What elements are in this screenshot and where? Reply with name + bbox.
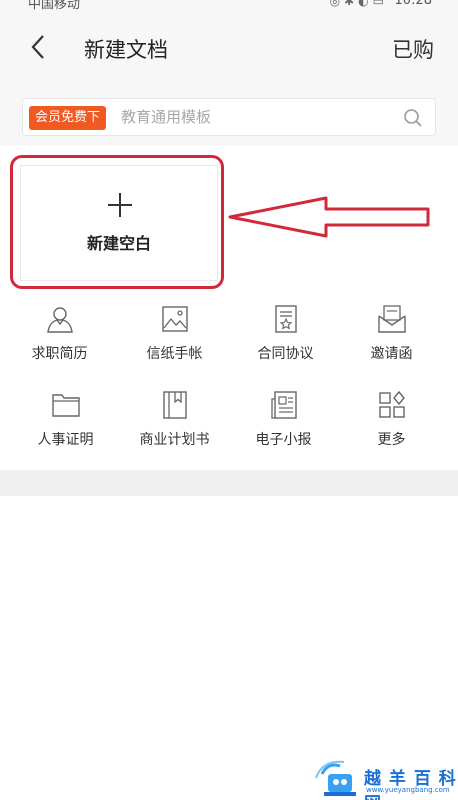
carrier-label: 中国移动 — [28, 0, 81, 10]
site-watermark: 越 羊 百 科 网 www.yueyangbang.com — [308, 756, 458, 800]
page-title: 新建文档 — [84, 38, 168, 62]
purchased-button[interactable]: 已购 — [392, 34, 434, 64]
template-hr-certificate[interactable]: 人事证明 — [8, 386, 123, 456]
vip-free-badge[interactable]: 会员免费下 — [29, 106, 107, 130]
contract-doc-icon — [275, 305, 297, 333]
template-more[interactable]: 更多 — [334, 386, 449, 456]
app-header: 新建文档 已购 — [0, 10, 458, 88]
back-button[interactable] — [24, 32, 54, 62]
template-label: 电子小报 — [255, 432, 312, 448]
search-input[interactable] — [121, 103, 391, 131]
template-contract[interactable]: 合同协议 — [228, 300, 343, 370]
book-icon — [163, 391, 187, 419]
template-e-newsletter[interactable]: 电子小报 — [226, 386, 341, 456]
template-label: 更多 — [377, 432, 406, 448]
new-blank-label: 新建空白 — [86, 234, 151, 253]
template-resume[interactable]: 求职简历 — [2, 300, 117, 370]
template-label: 邀请函 — [370, 346, 413, 362]
resume-person-icon — [47, 307, 73, 333]
search-area: 会员免费下 — [0, 88, 458, 146]
system-icons: ◎✱◐▭ — [329, 0, 388, 8]
section-divider — [0, 470, 458, 496]
clock: 10:28 — [394, 0, 432, 8]
template-label: 求职简历 — [31, 346, 88, 362]
template-grid: 求职简历 信纸手帐 合同协议 邀请函 人事证明 商业计划书 电子小报 更多 — [0, 300, 458, 465]
template-business-plan[interactable]: 商业计划书 — [117, 386, 232, 456]
envelope-icon — [378, 305, 406, 333]
template-invitation[interactable]: 邀请函 — [334, 300, 449, 370]
search-icon[interactable] — [403, 108, 423, 128]
watermark-logo-icon — [315, 760, 356, 796]
new-blank-document-card[interactable]: 新建空白 — [20, 165, 218, 281]
template-letter-paper[interactable]: 信纸手帐 — [117, 300, 232, 370]
template-label: 信纸手帐 — [146, 346, 203, 362]
newspaper-icon — [271, 391, 297, 419]
template-label: 商业计划书 — [139, 432, 210, 448]
annotation-arrow-icon — [228, 196, 430, 238]
folder-icon — [52, 394, 80, 417]
template-label: 人事证明 — [37, 432, 94, 448]
chevron-left-icon — [31, 35, 44, 59]
watermark-url: www.yueyangbang.com — [366, 786, 450, 794]
image-frame-icon — [162, 306, 188, 332]
template-label: 合同协议 — [257, 346, 314, 362]
search-bar[interactable]: 会员免费下 — [22, 98, 436, 136]
more-grid-icon — [379, 390, 405, 418]
status-bar: 中国移动 ◎✱◐▭ 10:28 — [0, 0, 458, 10]
watermark-text: 越 羊 百 科 网 — [364, 769, 457, 800]
plus-icon — [108, 193, 132, 217]
